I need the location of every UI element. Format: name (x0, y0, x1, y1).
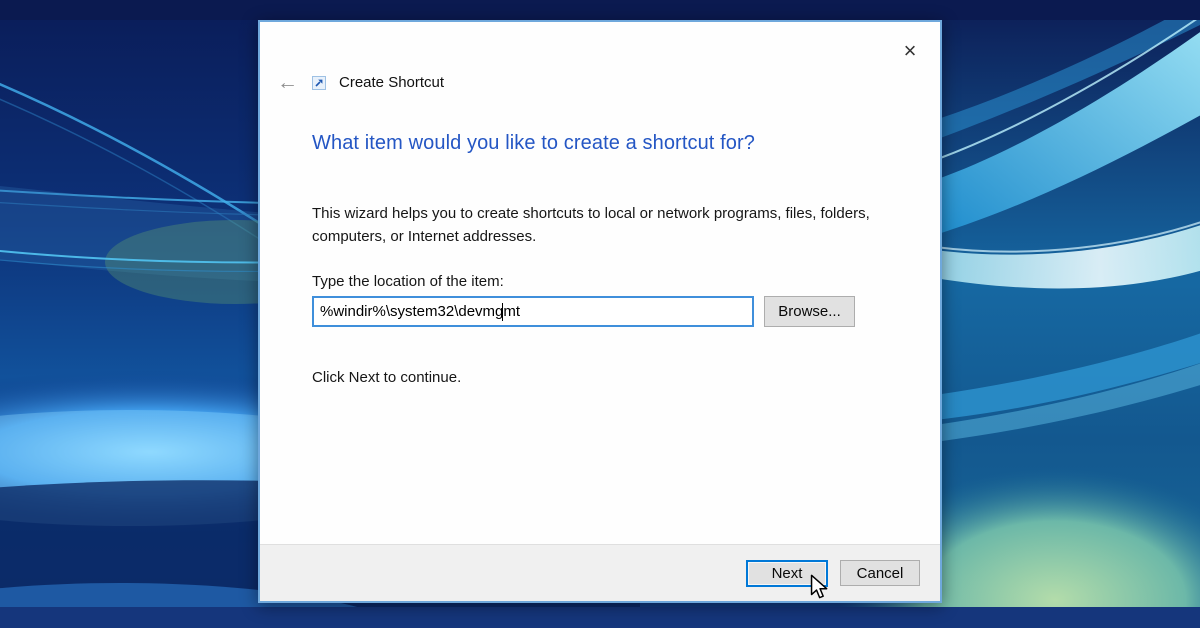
shortcut-icon (312, 76, 326, 90)
close-icon: × (904, 38, 917, 63)
mouse-cursor (810, 574, 832, 601)
location-label: Type the location of the item: (312, 273, 504, 290)
page-title: What item would you like to create a sho… (312, 132, 755, 155)
wizard-footer: Next Cancel (260, 544, 940, 601)
wizard-header: ← Create Shortcut (277, 72, 444, 93)
location-input-wrap (312, 296, 754, 327)
close-button[interactable]: × (894, 36, 926, 66)
wizard-description: This wizard helps you to create shortcut… (312, 202, 870, 248)
browse-button[interactable]: Browse... (764, 296, 855, 327)
description-line-2: computers, or Internet addresses. (312, 225, 870, 248)
continue-hint: Click Next to continue. (312, 369, 461, 386)
window-title: Create Shortcut (339, 74, 444, 91)
create-shortcut-window: × ← Create Shortcut What item would you … (258, 20, 942, 603)
text-caret (502, 303, 503, 321)
location-input[interactable] (314, 298, 752, 325)
back-button[interactable]: ← (277, 72, 298, 93)
cancel-button[interactable]: Cancel (840, 560, 920, 586)
location-row: Browse... (312, 296, 855, 327)
description-line-1: This wizard helps you to create shortcut… (312, 202, 870, 225)
